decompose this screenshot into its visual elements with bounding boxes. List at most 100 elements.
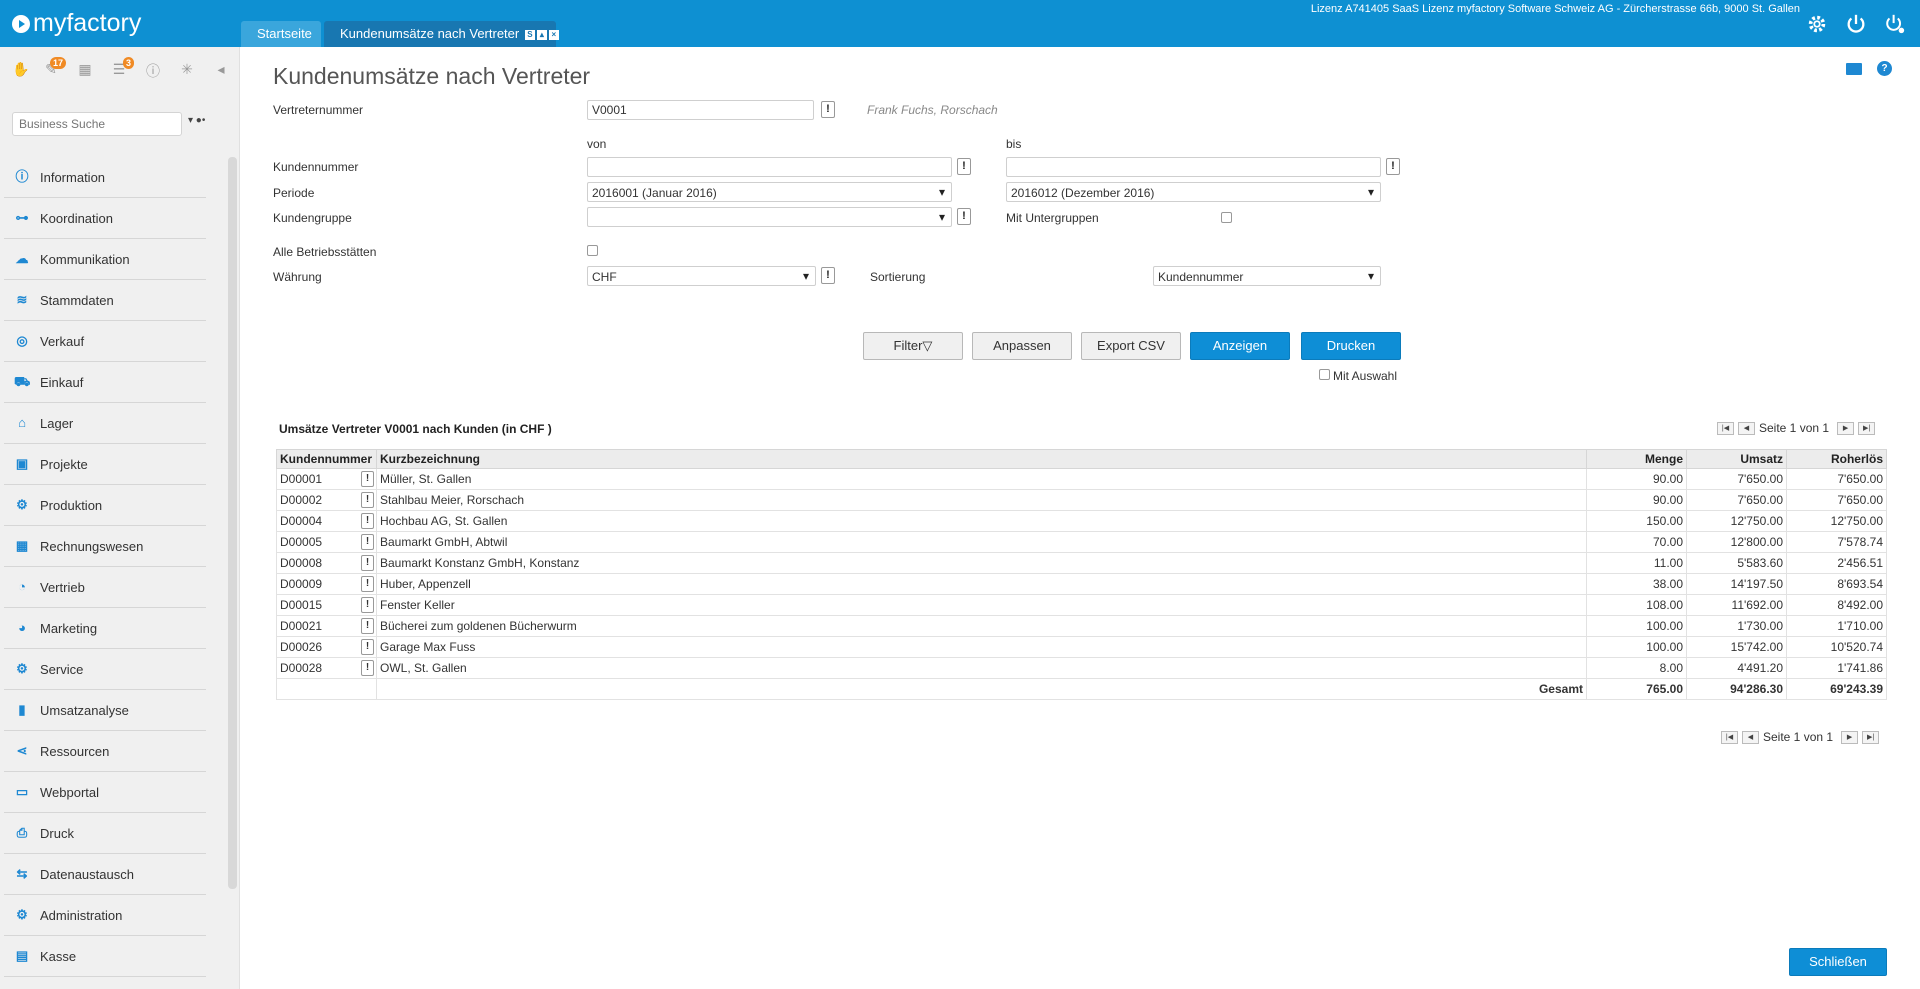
tasks-icon[interactable]: ✎ 17: [40, 57, 66, 81]
nav-item-produktion[interactable]: ⚙ Produktion: [4, 485, 206, 526]
table-row[interactable]: D00002! Stahlbau Meier, Rorschach 90.00 7'6…: [276, 489, 1887, 511]
schliessen-button[interactable]: Schließen: [1789, 948, 1887, 976]
nav-item-projekte[interactable]: ▣ Projekte: [4, 444, 206, 485]
tab-s-icon[interactable]: S: [524, 29, 535, 40]
anpassen-button[interactable]: Anpassen: [972, 332, 1072, 360]
row-detail-button[interactable]: !: [361, 555, 374, 571]
first-page-icon[interactable]: |◀: [1717, 421, 1734, 435]
col-roherloes[interactable]: Roherlös: [1786, 449, 1887, 469]
mit-auswahl-checkbox[interactable]: [1319, 369, 1330, 380]
kundengruppe-lookup-button[interactable]: !: [957, 208, 971, 225]
anzeigen-button[interactable]: Anzeigen: [1190, 332, 1290, 360]
tab-startseite[interactable]: Startseite: [241, 21, 321, 47]
row-detail-button[interactable]: !: [361, 576, 374, 592]
nav-item-webportal[interactable]: ▭ Webportal: [4, 772, 206, 813]
table-row[interactable]: D00026! Garage Max Fuss 100.00 15'742.00 10'…: [276, 636, 1887, 658]
sortierung-select[interactable]: Kundennummer: [1153, 266, 1381, 286]
row-detail-button[interactable]: !: [361, 639, 374, 655]
calendar-icon[interactable]: ▦: [74, 61, 96, 81]
row-detail-button[interactable]: !: [361, 471, 374, 487]
nav-item-lager[interactable]: ⌂ Lager: [4, 403, 206, 444]
search-options-icon[interactable]: ▾ ●•: [188, 115, 205, 126]
asterisk-icon[interactable]: ✳: [176, 61, 198, 81]
table-row[interactable]: D00004! Hochbau AG, St. Gallen 150.00 12'75…: [276, 510, 1887, 532]
table-row[interactable]: D00001! Müller, St. Gallen 90.00 7'650.00 7'…: [276, 468, 1887, 490]
filter-button[interactable]: Filter▽: [863, 332, 963, 360]
last-page-icon[interactable]: ▶|: [1858, 421, 1876, 435]
collapse-sidebar-icon[interactable]: ◂: [210, 61, 232, 81]
periode-von-select[interactable]: 2016001 (Januar 2016): [587, 182, 952, 202]
next-page-icon[interactable]: ▶: [1841, 730, 1859, 744]
waehrung-select[interactable]: CHF: [587, 266, 816, 286]
row-detail-button[interactable]: !: [361, 660, 374, 676]
nav-item-information[interactable]: ⓘ Information: [4, 157, 206, 198]
messages-icon[interactable]: ☰ 3: [108, 57, 134, 81]
table-row[interactable]: D00005! Baumarkt GmbH, Abtwil 70.00 12'800.…: [276, 531, 1887, 553]
table-row[interactable]: D00021! Bücherei zum goldenen Bücherwurm 1…: [276, 615, 1887, 637]
nav-item-umsatzanalyse[interactable]: ▮ Umsatzanalyse: [4, 690, 206, 731]
table-row[interactable]: D00028! OWL, St. Gallen 8.00 4'491.20 1'741.…: [276, 657, 1887, 679]
tab-kundenumsaetze[interactable]: Kundenumsätze nach Vertreter S ▴ ×: [324, 21, 559, 47]
mit-untergruppen-checkbox[interactable]: [1221, 212, 1232, 223]
business-search-input[interactable]: [12, 112, 182, 136]
waehrung-lookup-button[interactable]: !: [821, 267, 835, 284]
nav-label: Umsatzanalyse: [40, 702, 129, 718]
kundengruppe-select[interactable]: [587, 207, 952, 227]
col-kurzbezeichnung[interactable]: Kurzbezeichnung: [376, 449, 1587, 469]
table-header-row: Kundennummer Kurzbezeichnung Menge Umsat…: [276, 449, 1887, 469]
nav-item-kommunikation[interactable]: ☁ Kommunikation: [4, 239, 206, 280]
prev-page-icon[interactable]: ◀: [1742, 730, 1759, 744]
table-row[interactable]: D00008! Baumarkt Konstanz GmbH, Konstanz 1…: [276, 552, 1887, 574]
nav-item-koordination[interactable]: ⊶ Koordination: [4, 198, 206, 239]
sidebar-scrollbar[interactable]: [228, 157, 237, 889]
col-menge[interactable]: Menge: [1586, 449, 1687, 469]
vertreternummer-input[interactable]: [587, 100, 814, 120]
row-detail-button[interactable]: !: [361, 513, 374, 529]
periode-bis-select[interactable]: 2016012 (Dezember 2016): [1006, 182, 1381, 202]
drucken-button[interactable]: Drucken: [1301, 332, 1401, 360]
nav-item-marketing[interactable]: ◕ Marketing: [4, 608, 206, 649]
vertreter-lookup-button[interactable]: !: [821, 101, 835, 118]
tab-collapse-icon[interactable]: ▴: [536, 29, 547, 40]
tab-label: Startseite: [257, 26, 312, 41]
nav-item-druck[interactable]: ⎙ Druck: [4, 813, 206, 854]
last-page-icon[interactable]: ▶|: [1862, 730, 1880, 744]
table-row[interactable]: D00009! Huber, Appenzell 38.00 14'197.50 8'6…: [276, 573, 1887, 595]
row-detail-button[interactable]: !: [361, 618, 374, 634]
nav-label: Kommunikation: [40, 251, 130, 267]
nav-item-kasse[interactable]: ▤ Kasse: [4, 936, 206, 977]
power-settings-icon[interactable]: [1884, 13, 1906, 35]
mail-icon[interactable]: [1846, 63, 1862, 75]
help-icon[interactable]: ?: [1877, 61, 1892, 76]
row-detail-button[interactable]: !: [361, 534, 374, 550]
row-detail-button[interactable]: !: [361, 597, 374, 613]
app-logo[interactable]: myfactory: [12, 9, 141, 38]
nav-item-datenaustausch[interactable]: ⇆ Datenaustausch: [4, 854, 206, 895]
nav-item-ressourcen[interactable]: ⋖ Ressourcen: [4, 731, 206, 772]
nav-item-rechnungswesen[interactable]: ▦ Rechnungswesen: [4, 526, 206, 567]
first-page-icon[interactable]: |◀: [1721, 730, 1738, 744]
next-page-icon[interactable]: ▶: [1837, 421, 1855, 435]
prev-page-icon[interactable]: ◀: [1738, 421, 1755, 435]
kundennummer-von-input[interactable]: [587, 157, 952, 177]
nav-item-service[interactable]: ⚙ Service: [4, 649, 206, 690]
col-kundennummer[interactable]: Kundennummer: [276, 449, 377, 469]
export-csv-button[interactable]: Export CSV: [1081, 332, 1181, 360]
nav-item-einkauf[interactable]: ⛟ Einkauf: [4, 362, 206, 403]
kundennummer-von-lookup-button[interactable]: !: [957, 158, 971, 175]
hand-icon[interactable]: ✋: [10, 61, 32, 81]
nav-item-vertrieb[interactable]: ◔ Vertrieb: [4, 567, 206, 608]
kundennummer-bis-lookup-button[interactable]: !: [1386, 158, 1400, 175]
info-circle-icon[interactable]: ⓘ: [142, 61, 164, 81]
nav-item-stammdaten[interactable]: ≋ Stammdaten: [4, 280, 206, 321]
alle-betriebsstaetten-checkbox[interactable]: [587, 245, 598, 256]
kundennummer-bis-input[interactable]: [1006, 157, 1381, 177]
col-umsatz[interactable]: Umsatz: [1686, 449, 1787, 469]
row-detail-button[interactable]: !: [361, 492, 374, 508]
table-row[interactable]: D00015! Fenster Keller 108.00 11'692.00 8'49…: [276, 594, 1887, 616]
nav-item-administration[interactable]: ⚙ Administration: [4, 895, 206, 936]
tab-close-icon[interactable]: ×: [548, 29, 559, 40]
nav-item-verkauf[interactable]: ◎ Verkauf: [4, 321, 206, 362]
power-icon[interactable]: [1845, 13, 1867, 35]
settings-gear-icon[interactable]: [1806, 13, 1828, 35]
